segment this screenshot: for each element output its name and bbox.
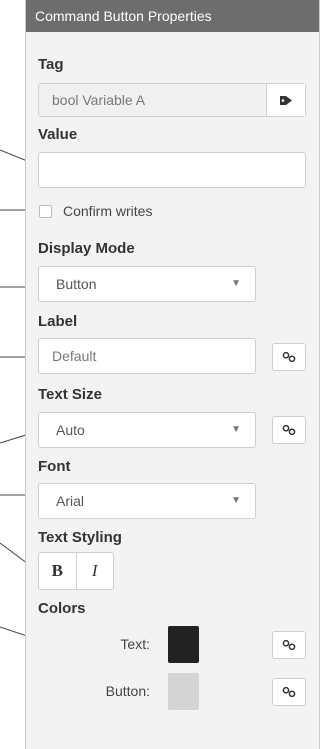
chevron-down-icon: ▼ xyxy=(231,278,241,289)
link-icon xyxy=(282,687,296,697)
tag-value: bool Variable A xyxy=(52,92,146,108)
display-mode-select[interactable]: Button ▼ xyxy=(38,266,256,302)
display-mode-label: Display Mode xyxy=(38,240,135,257)
label-label: Label xyxy=(38,313,78,330)
confirm-writes-checkbox[interactable] xyxy=(39,204,52,218)
text-color-link-button[interactable] xyxy=(272,631,306,659)
bold-button[interactable]: B xyxy=(39,553,76,589)
panel-title: Command Button Properties xyxy=(26,0,319,32)
colors-label: Colors xyxy=(38,600,86,617)
tag-icon xyxy=(279,95,292,105)
value-label: Value xyxy=(38,126,78,143)
link-icon xyxy=(282,352,296,362)
text-styling-group: B I xyxy=(38,552,114,590)
button-color-label: Button: xyxy=(105,683,150,699)
tag-picker-button[interactable] xyxy=(266,84,305,116)
text-color-swatch[interactable] xyxy=(168,626,199,663)
text-color-label: Text: xyxy=(120,636,150,652)
link-icon xyxy=(282,640,296,650)
text-size-select[interactable]: Auto ▼ xyxy=(38,412,256,448)
confirm-writes-row[interactable]: Confirm writes xyxy=(39,203,152,219)
tag-field: bool Variable A xyxy=(38,83,306,117)
display-mode-value: Button xyxy=(56,276,97,292)
button-color-link-button[interactable] xyxy=(272,678,306,706)
font-value: Arial xyxy=(56,493,85,509)
properties-panel: Command Button Properties Tag bool Varia… xyxy=(25,0,320,749)
text-size-value: Auto xyxy=(56,422,85,438)
text-styling-label: Text Styling xyxy=(38,529,122,546)
link-icon xyxy=(282,425,296,435)
font-select[interactable]: Arial ▼ xyxy=(38,483,256,519)
button-color-swatch[interactable] xyxy=(168,673,199,710)
chevron-down-icon: ▼ xyxy=(231,495,241,506)
value-input[interactable] xyxy=(38,152,306,188)
confirm-writes-label: Confirm writes xyxy=(63,203,153,219)
label-input[interactable]: Default xyxy=(38,338,256,374)
italic-button[interactable]: I xyxy=(75,553,114,589)
text-size-link-button[interactable] xyxy=(272,416,306,444)
chevron-down-icon: ▼ xyxy=(231,424,241,435)
font-label: Font xyxy=(38,458,71,475)
tag-label: Tag xyxy=(38,56,64,73)
stage: Command Button Properties Tag bool Varia… xyxy=(0,0,328,749)
label-link-button[interactable] xyxy=(272,343,306,371)
text-size-label: Text Size xyxy=(38,386,102,403)
